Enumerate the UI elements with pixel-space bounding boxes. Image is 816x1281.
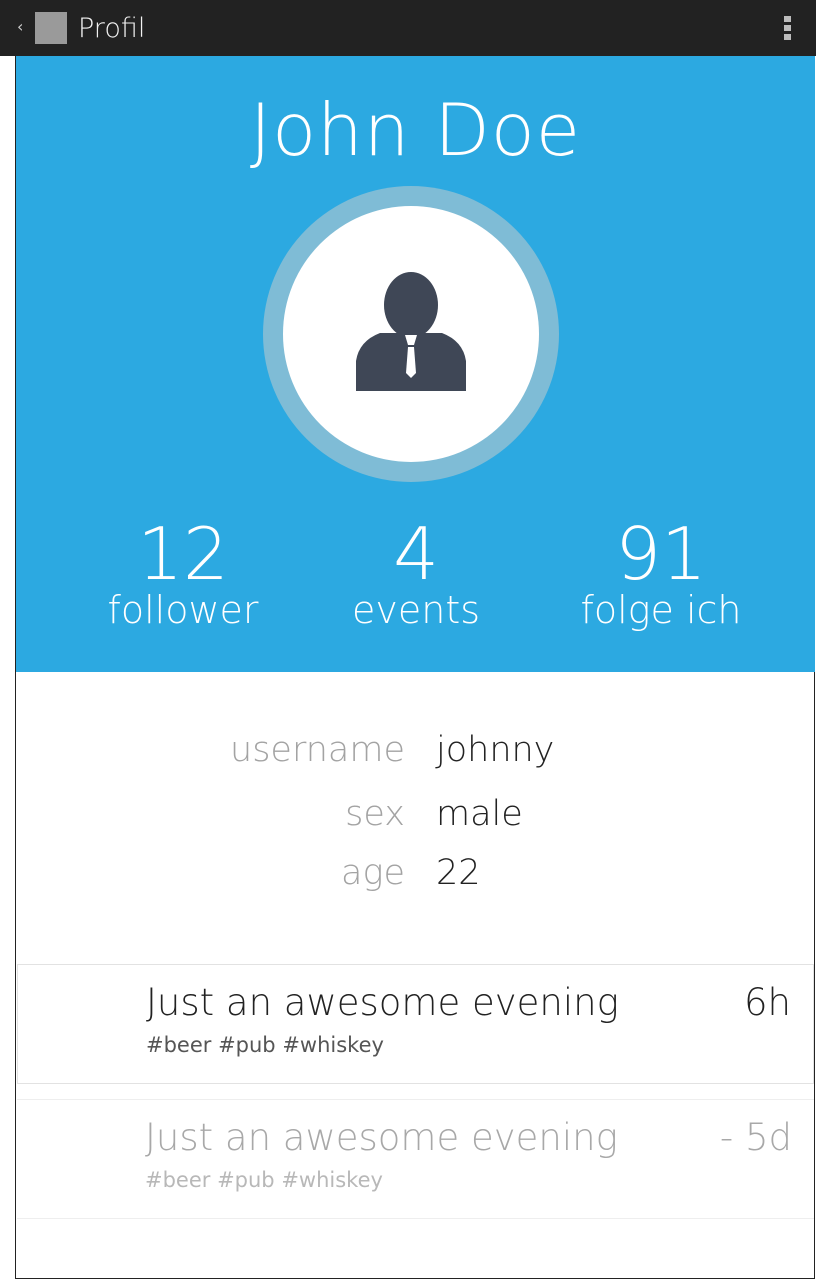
event-title: Just an awesome evening xyxy=(146,981,619,1024)
overflow-menu-icon[interactable] xyxy=(784,16,792,40)
chevron-left-icon[interactable]: ‹ xyxy=(17,17,23,36)
info-value: male xyxy=(436,794,523,834)
event-time: - 5d xyxy=(719,1116,792,1159)
event-list-item[interactable]: Just an awesome evening #beer #pub #whis… xyxy=(17,964,814,1084)
stat-follower[interactable]: 12 follower xyxy=(63,516,303,632)
event-tags: #beer #pub #whiskey xyxy=(145,1168,383,1192)
stat-value: 12 xyxy=(137,512,229,596)
avatar[interactable] xyxy=(263,186,559,482)
info-label: age xyxy=(341,853,405,893)
stat-events[interactable]: 4 events xyxy=(296,516,536,632)
info-row-sex: sex male xyxy=(0,794,816,844)
avatar-circle xyxy=(283,206,539,462)
profile-header: John Doe 12 follower 4 events 91 folge i… xyxy=(16,56,815,672)
stat-value: 91 xyxy=(615,512,707,596)
info-row-username: username johnny xyxy=(0,730,816,780)
person-silhouette-icon xyxy=(356,272,466,391)
info-value: 22 xyxy=(436,853,481,893)
stat-label: follower xyxy=(107,588,259,632)
info-label: sex xyxy=(345,794,405,834)
action-bar: ‹ Profil xyxy=(0,0,816,56)
event-title: Just an awesome evening xyxy=(145,1116,618,1159)
stat-following[interactable]: 91 folge ich xyxy=(541,516,781,632)
event-list-item[interactable]: Just an awesome evening #beer #pub #whis… xyxy=(17,1099,814,1219)
info-row-age: age 22 xyxy=(0,853,816,903)
app-icon[interactable] xyxy=(35,12,67,44)
info-value: johnny xyxy=(436,730,555,770)
stat-value: 4 xyxy=(393,512,439,596)
profile-name: John Doe xyxy=(249,88,582,172)
action-bar-title: Profil xyxy=(78,13,146,44)
event-time: 6h xyxy=(744,981,791,1024)
event-tags: #beer #pub #whiskey xyxy=(146,1033,384,1057)
info-label: username xyxy=(230,730,405,770)
stat-label: folge ich xyxy=(580,588,742,632)
stat-label: events xyxy=(351,588,481,632)
